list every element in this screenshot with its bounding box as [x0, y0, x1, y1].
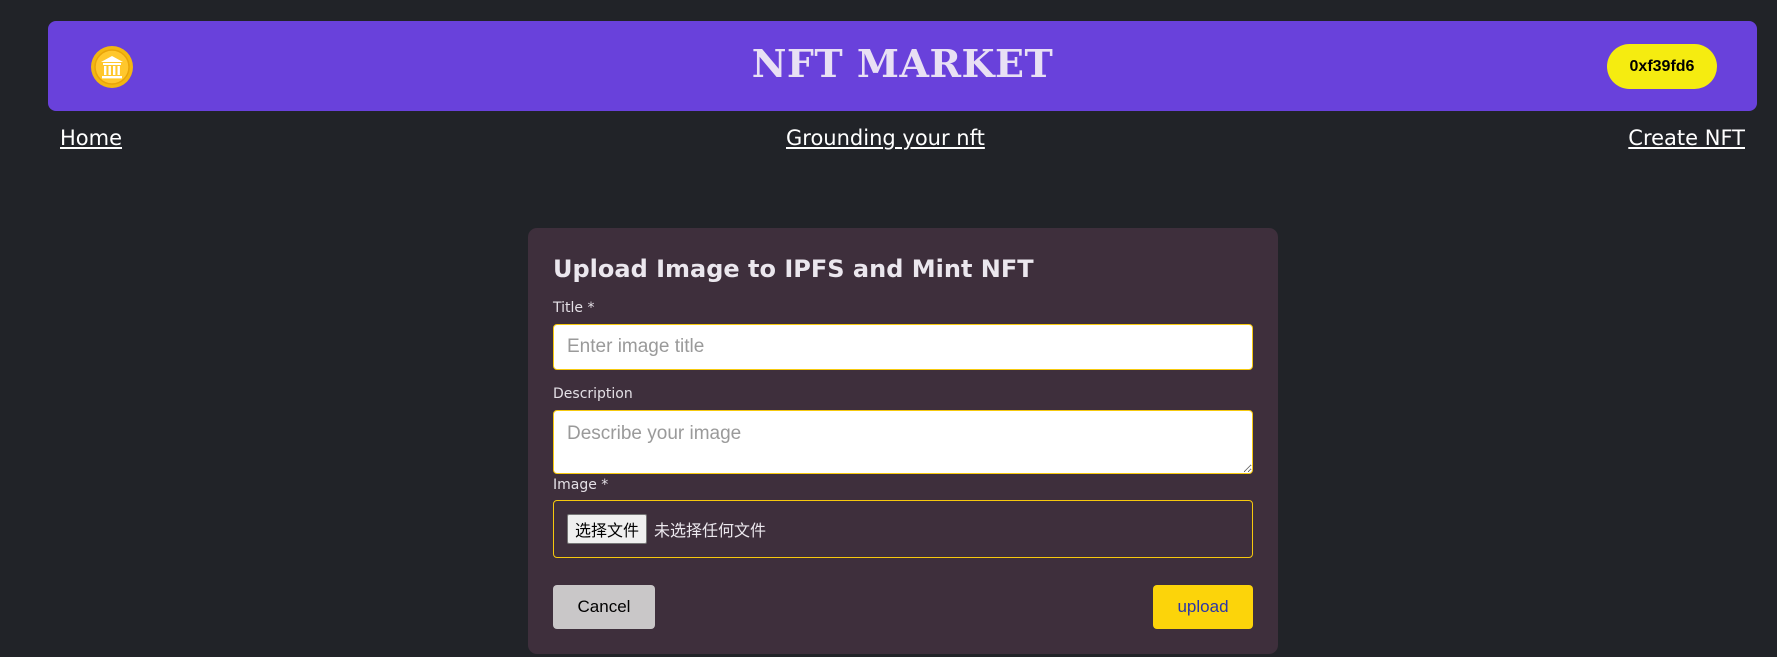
- description-label: Description: [553, 386, 633, 402]
- upload-form-card: Upload Image to IPFS and Mint NFT Title …: [528, 228, 1278, 654]
- image-label: Image *: [553, 477, 609, 493]
- title-input[interactable]: [553, 324, 1253, 370]
- cancel-button[interactable]: Cancel: [553, 585, 655, 629]
- nav-grounding-link[interactable]: Grounding your nft: [786, 126, 985, 150]
- file-status-text: 未选择任何文件: [654, 521, 767, 540]
- wallet-address-button[interactable]: 0xf39fd6: [1607, 44, 1717, 89]
- nav-home-link[interactable]: Home: [60, 126, 122, 150]
- description-textarea[interactable]: [553, 410, 1253, 474]
- header-bar: NFT MARKET 0xf39fd6: [48, 21, 1757, 111]
- image-file-input[interactable]: 选择文件 未选择任何文件: [553, 500, 1253, 558]
- nav-create-nft-link[interactable]: Create NFT: [1628, 126, 1745, 150]
- app-title: NFT MARKET: [751, 41, 1054, 86]
- form-heading: Upload Image to IPFS and Mint NFT: [553, 255, 1034, 283]
- choose-file-button[interactable]: 选择文件: [567, 514, 648, 544]
- upload-button[interactable]: upload: [1153, 585, 1253, 629]
- title-label: Title *: [553, 300, 595, 316]
